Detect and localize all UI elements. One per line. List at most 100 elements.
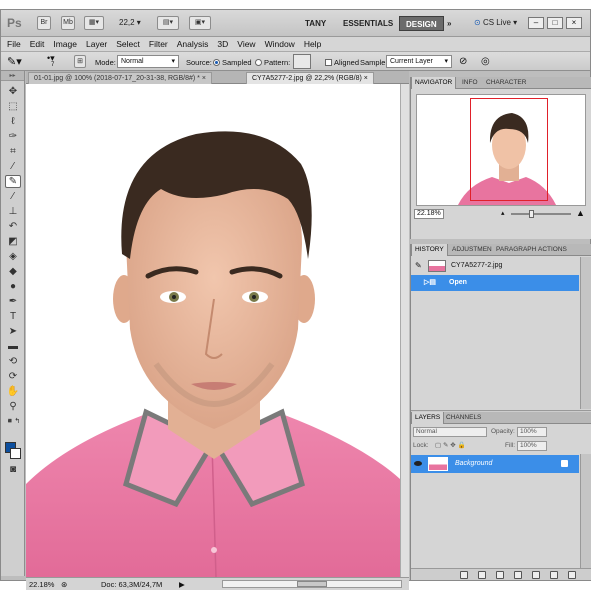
quick-mask-icon[interactable]: ◙ [5,463,21,476]
lock-icons[interactable]: ▢ ✎ ✥ 🔒 [435,440,466,451]
menu-image[interactable]: Image [53,39,77,49]
menu-view[interactable]: View [237,39,255,49]
3d-rotate-tool-icon[interactable]: ⟲ [5,355,21,368]
history-scrollbar[interactable] [580,257,591,409]
view-extras-button[interactable]: ▦▾ [84,16,104,30]
menu-layer[interactable]: Layer [86,39,107,49]
navigator-preview[interactable] [416,94,586,206]
quick-selection-tool-icon[interactable]: ✑ [5,130,21,143]
tab-navigator[interactable]: NAVIGATOR [411,77,457,89]
navigator-view-frame[interactable] [470,98,548,201]
tab-character[interactable]: CHARACTER [483,77,529,89]
healing-brush-icon[interactable]: ✎▾ [7,55,22,68]
document-canvas[interactable] [26,84,400,577]
tab-info[interactable]: INFO [459,77,481,89]
background-color-swatch[interactable] [10,448,21,459]
zoom-slider-knob[interactable] [529,210,534,218]
new-layer-icon[interactable] [550,571,558,579]
zoom-out-icon[interactable]: ▴ [501,209,505,217]
link-layers-icon[interactable] [460,571,468,579]
rectangle-tool-icon[interactable]: ▬ [5,340,21,353]
pressure-size-icon[interactable]: ◎ [481,56,490,67]
hand-tool-icon[interactable]: ✋ [5,385,21,398]
workspace-design[interactable]: DESIGN [399,16,444,31]
lasso-tool-icon[interactable]: ℓ [5,115,21,128]
tab-history[interactable]: HISTORY [411,244,448,256]
aligned-checkbox[interactable]: Aligned [325,58,359,67]
tab-adjustments[interactable]: ADJUSTMEN [449,244,495,256]
cs-live-button[interactable]: ⊙ CS Live ▾ [474,18,517,27]
layer-row-background[interactable]: Background [411,455,579,473]
tab-document-cy7a5277[interactable]: CY7A5277-2.jpg @ 22,2% (RGB/8) × [246,72,374,84]
workspace-tany[interactable]: TANY [299,16,332,31]
brush-panel-toggle[interactable]: ⊞ [74,55,86,68]
status-menu-arrow[interactable]: ▶ [179,580,185,589]
tab-channels[interactable]: CHANNELS [443,412,484,424]
eyedropper-tool-icon[interactable]: ⁄ [5,160,21,173]
brush-tool-icon[interactable]: ⁄ [5,190,21,203]
sample-layer-select[interactable]: Current Layer [386,55,452,68]
adjustment-layer-icon[interactable] [514,571,522,579]
pattern-radio[interactable]: Pattern: [255,58,290,67]
swap-colors-icon[interactable]: ◾↰ [5,415,21,428]
screen-mode-button[interactable]: ▣▾ [189,16,211,30]
zoom-slider-track[interactable] [511,213,571,215]
tools-panel-grip[interactable]: ▸▸ [1,71,24,81]
zoom-level-select[interactable]: 22,2 ▾ [119,18,141,27]
close-tab-icon[interactable]: × [364,75,368,82]
3d-orbit-tool-icon[interactable]: ⟳ [5,370,21,383]
menu-select[interactable]: Select [116,39,140,49]
marquee-tool-icon[interactable]: ⬚ [5,100,21,113]
layer-style-icon[interactable] [478,571,486,579]
history-state-open[interactable]: ▷▤ Open [411,275,579,291]
clone-stamp-tool-icon[interactable]: ⊥ [5,205,21,218]
new-group-icon[interactable] [532,571,540,579]
scrollbar-thumb[interactable] [297,581,327,587]
path-selection-tool-icon[interactable]: ➤ [5,325,21,338]
blur-tool-icon[interactable]: ◆ [5,265,21,278]
visibility-eye-icon[interactable] [414,461,422,466]
tab-layers[interactable]: LAYERS [411,412,445,424]
bridge-button[interactable]: Br [37,16,51,30]
canvas-horizontal-scrollbar[interactable] [222,580,402,588]
close-window-button[interactable]: × [566,17,582,29]
status-zoom[interactable]: 22.18% [29,580,54,589]
crop-tool-icon[interactable]: ⌗ [5,145,21,158]
status-document-icon[interactable]: ⊛ [61,580,67,589]
delete-layer-icon[interactable] [568,571,576,579]
history-snapshot[interactable]: ✎ CY7A5277-2.jpg [411,258,579,274]
workspace-essentials[interactable]: ESSENTIALS [337,16,399,31]
arrange-documents-button[interactable]: ▤▾ [157,16,179,30]
zoom-in-icon[interactable]: ▲ [576,208,585,218]
zoom-tool-icon[interactable]: ⚲ [5,400,21,413]
tab-paragraph[interactable]: PARAGRAPH [493,244,539,256]
mini-bridge-button[interactable]: Mb [61,16,75,30]
history-brush-tool-icon[interactable]: ↶ [5,220,21,233]
blend-mode-select[interactable]: Normal [413,427,487,437]
dodge-tool-icon[interactable]: ● [5,280,21,293]
maximize-button[interactable]: □ [547,17,563,29]
menu-edit[interactable]: Edit [30,39,45,49]
tab-document-01[interactable]: 01-01.jpg @ 100% (2018-07-17_20-31-38, R… [28,72,212,84]
pen-tool-icon[interactable]: ✒ [5,295,21,308]
fill-input[interactable]: 100% [517,441,547,451]
menu-filter[interactable]: Filter [149,39,168,49]
minimize-button[interactable]: – [528,17,544,29]
menu-file[interactable]: File [7,39,21,49]
healing-brush-tool-icon[interactable]: ✎ [5,175,21,188]
menu-analysis[interactable]: Analysis [177,39,209,49]
paint-bucket-tool-icon[interactable]: ◈ [5,250,21,263]
navigator-zoom-input[interactable]: 22.18% [414,209,444,219]
close-tab-icon[interactable]: × [202,75,206,82]
mode-select[interactable]: Normal [117,55,179,68]
menu-window[interactable]: Window [265,39,295,49]
history-brush-source-icon[interactable]: ✎ [415,258,422,274]
eraser-tool-icon[interactable]: ◩ [5,235,21,248]
layers-scrollbar[interactable] [580,454,591,568]
move-tool-icon[interactable]: ✥ [5,85,21,98]
more-workspaces-button[interactable]: » [441,16,457,31]
layer-mask-icon[interactable] [496,571,504,579]
menu-help[interactable]: Help [304,39,321,49]
canvas-vertical-scrollbar[interactable] [400,84,409,577]
type-tool-icon[interactable]: T [5,310,21,323]
